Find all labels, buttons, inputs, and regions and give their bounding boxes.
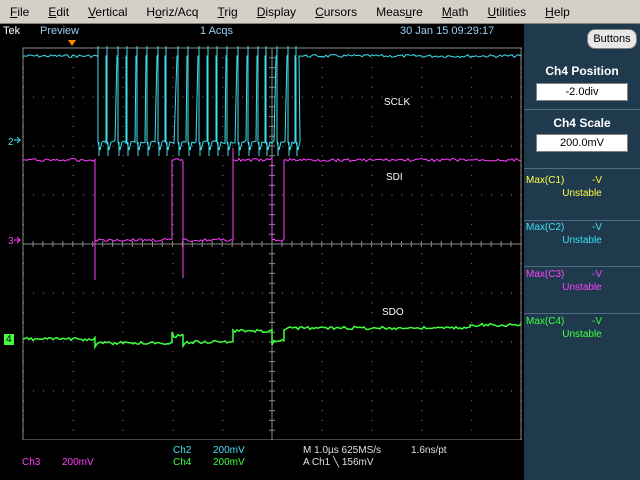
ch4-readout-name[interactable]: Ch4	[173, 457, 191, 468]
menu-item[interactable]: Utilities	[477, 0, 535, 24]
measurement-c1-value: -V	[592, 175, 602, 186]
measurement-c2-value: -V	[592, 222, 602, 233]
ch2-readout-scale[interactable]: 200mV	[213, 445, 245, 456]
resolution-readout: 1.6ns/pt	[411, 445, 447, 456]
panel-divider	[524, 313, 640, 314]
menu-item[interactable]: Math	[432, 0, 478, 24]
ch3-readout-name[interactable]: Ch3	[22, 457, 40, 468]
measurement-c3-value: -V	[592, 269, 602, 280]
ch4-marker[interactable]: 4	[4, 334, 14, 345]
trigger-position-marker	[68, 40, 76, 46]
measurement-c1-status: Unstable	[562, 188, 602, 199]
control-panel: Buttons Ch4 Position -2.0div Ch4 Scale 2…	[524, 24, 640, 480]
menu-item[interactable]: Cursors	[305, 0, 366, 24]
measurement-c3-label[interactable]: Max(C3)	[526, 269, 564, 280]
graticule	[14, 40, 522, 440]
ch2-marker[interactable]: 2	[8, 137, 14, 148]
waveform-display[interactable]: SCLK SDI SDO 2 3 4	[0, 40, 524, 440]
menu-item[interactable]: Vertical	[78, 0, 136, 24]
menu-item[interactable]: Measure	[366, 0, 432, 24]
menu-item[interactable]: Help	[535, 0, 579, 24]
ch2-readout-name[interactable]: Ch2	[173, 445, 191, 456]
readout-bar: Ch2 200mV Ch4 200mV Ch3 200mV M 1.0µs 62…	[0, 440, 524, 480]
ch2-ground-arrow	[14, 136, 22, 144]
brand-label: Tek	[3, 25, 21, 37]
panel-divider	[524, 109, 640, 110]
position-title: Ch4 Position	[545, 64, 619, 78]
ch4-readout-scale[interactable]: 200mV	[213, 457, 245, 468]
panel-divider	[524, 168, 640, 169]
panel-divider	[524, 220, 640, 221]
datetime-label: 30 Jan 15 09:29:17	[400, 25, 495, 37]
measurement-c4-label[interactable]: Max(C4)	[526, 316, 564, 327]
menu-item[interactable]: File	[0, 0, 38, 24]
measurement-c4-status: Unstable	[562, 329, 602, 340]
menu-item[interactable]: Edit	[38, 0, 78, 24]
sdi-label: SDI	[386, 172, 403, 183]
ch3-readout-scale[interactable]: 200mV	[62, 457, 94, 468]
timebase-readout[interactable]: M 1.0µs 625MS/s	[303, 445, 381, 456]
acquisition-count: 1 Acqs	[200, 25, 234, 37]
scale-value-field[interactable]: 200.0mV	[536, 134, 628, 152]
measurement-c4-value: -V	[592, 316, 602, 327]
menu-item[interactable]: Display	[247, 0, 305, 24]
status-bar: Tek Preview 1 Acqs 30 Jan 15 09:29:17	[0, 24, 524, 40]
menu-item[interactable]: Trig	[207, 0, 246, 24]
sdi-waveform	[22, 157, 522, 242]
mode-label: Preview	[40, 25, 80, 37]
ch3-ground-arrow	[14, 236, 22, 244]
sclk-label: SCLK	[384, 97, 411, 108]
trigger-readout[interactable]: A Ch1 ╲ 156mV	[303, 457, 374, 468]
scale-title: Ch4 Scale	[553, 116, 611, 130]
measurement-c3-status: Unstable	[562, 282, 602, 293]
ch3-marker[interactable]: 3	[8, 236, 14, 247]
sdo-label: SDO	[382, 307, 404, 318]
menu-bar: File Edit Vertical Horiz/Acq Trig Display Curs…	[0, 0, 640, 24]
menu-item[interactable]: Horiz/Acq	[136, 0, 207, 24]
sdi-spikes	[94, 148, 234, 280]
position-value-field[interactable]: -2.0div	[536, 83, 628, 101]
measurement-c2-label[interactable]: Max(C2)	[526, 222, 564, 233]
measurement-c2-status: Unstable	[562, 235, 602, 246]
measurement-c1-label[interactable]: Max(C1)	[526, 175, 564, 186]
buttons-button[interactable]: Buttons	[587, 29, 637, 49]
panel-divider	[524, 266, 640, 267]
